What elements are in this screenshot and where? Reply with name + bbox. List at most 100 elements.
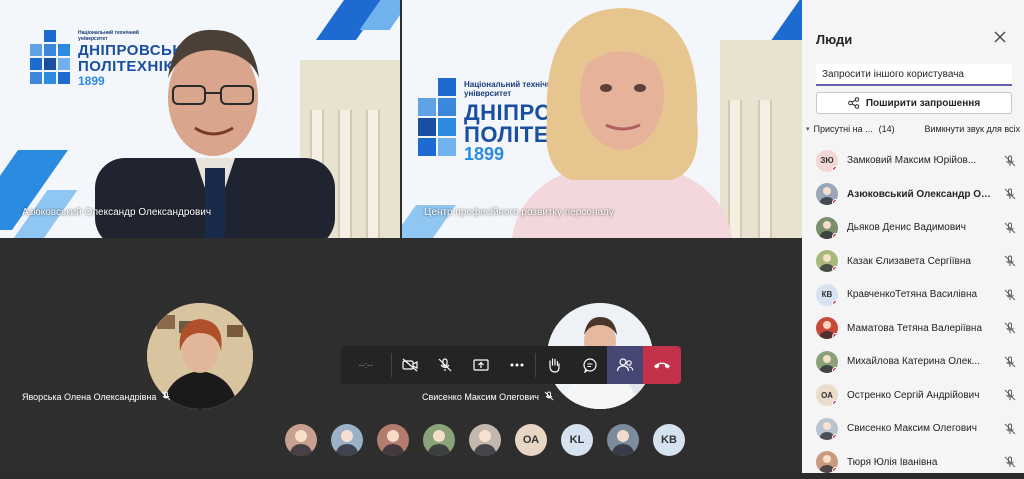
tile-participant-name: Азюковський Олександр Олександрович: [22, 207, 211, 218]
panel-title: Люди: [816, 32, 852, 47]
participant-row[interactable]: Тюря Юлія Іванівна: [816, 446, 1016, 479]
mic-muted-icon[interactable]: [1004, 188, 1016, 200]
participant-name: Казак Єлизавета Сергіївна: [847, 256, 992, 267]
overflow-participants-row: ОА KL KB: [285, 424, 685, 456]
video-tile-2[interactable]: Національний технічний університет ДНІПР…: [402, 0, 802, 238]
participant-avatar[interactable]: [469, 424, 501, 456]
participant-row[interactable]: ЗЮ Замковий Максим Юрійов...: [816, 144, 1016, 178]
presence-dot: [832, 166, 838, 172]
participant-avatar[interactable]: ОА: [515, 424, 547, 456]
participant-avatar[interactable]: KB: [653, 424, 685, 456]
column: [366, 110, 380, 238]
participant-avatar[interactable]: KL: [561, 424, 593, 456]
mute-all-button[interactable]: Вимкнути звук для всіх: [925, 124, 1020, 134]
share-screen-icon: [473, 358, 489, 372]
avatar: ОА: [816, 384, 838, 406]
hang-up-button[interactable]: [643, 346, 681, 384]
hang-up-icon: [653, 360, 671, 370]
mic-muted-icon[interactable]: [1004, 155, 1016, 167]
mic-toggle-button[interactable]: [428, 346, 464, 384]
more-actions-button[interactable]: [499, 346, 535, 384]
participants-icon: [616, 357, 634, 373]
presence-dot: [832, 434, 838, 440]
share-icon: [848, 97, 860, 109]
presence-dot: [832, 467, 838, 473]
participant-row[interactable]: КВКравченкоТетяна Василівна: [816, 278, 1016, 312]
participant-name: Дьяков Денис Вадимович: [847, 222, 992, 233]
present-section-header: ▾ Присутні на ... (14) Вимкнути звук для…: [806, 124, 1020, 134]
chat-button[interactable]: [572, 346, 608, 384]
participant-row[interactable]: Свисенко Максим Олегович: [816, 412, 1016, 446]
camera-off-icon: [402, 358, 418, 372]
presence-dot: [832, 233, 838, 239]
share-screen-button[interactable]: [463, 346, 499, 384]
avatar-photo: [423, 424, 455, 456]
meeting-control-bar: --:--: [341, 346, 681, 384]
avatar-photo: [285, 424, 317, 456]
mic-muted-icon[interactable]: [1004, 322, 1016, 334]
participant-avatar[interactable]: [331, 424, 363, 456]
close-panel-button[interactable]: [994, 30, 1006, 46]
presence-dot: [832, 333, 838, 339]
presence-dot: [832, 367, 838, 373]
raise-hand-icon: [547, 357, 561, 373]
participant-name: Азюковський Олександр Оле...: [847, 189, 992, 200]
participants-list: ЗЮ Замковий Максим Юрійов... Азюковський О…: [816, 144, 1016, 479]
circle-tile-label: Яворська Олена Олександрівна: [22, 391, 171, 403]
video-tile-1[interactable]: Національний технічний університет ДНІПР…: [0, 0, 400, 238]
mic-muted-icon[interactable]: [1004, 255, 1016, 267]
present-label[interactable]: Присутні на ...: [814, 124, 873, 134]
participant-name: КравченкоТетяна Василівна: [847, 289, 992, 300]
mic-muted-icon[interactable]: [1004, 289, 1016, 301]
avatar: [816, 451, 838, 473]
participant-name: Тюря Юлія Іванівна: [847, 457, 992, 468]
mic-muted-icon: [544, 391, 554, 403]
participant-name: Остренко Сергій Андрійович: [847, 390, 992, 401]
participant-avatar[interactable]: [607, 424, 639, 456]
raise-hand-button[interactable]: [536, 346, 572, 384]
participant-avatar[interactable]: [423, 424, 455, 456]
participant-row[interactable]: Дьяков Денис Вадимович: [816, 211, 1016, 245]
mic-muted-icon[interactable]: [1004, 389, 1016, 401]
more-icon: [510, 363, 524, 367]
participant-name: Свисенко Максим Олегович: [847, 423, 992, 434]
participant-row[interactable]: Михайлова Катерина Олек...: [816, 345, 1016, 379]
participant-avatar[interactable]: [285, 424, 317, 456]
avatar-photo: [469, 424, 501, 456]
presence-dot: [832, 199, 838, 205]
participant-row[interactable]: Маматова Тетяна Валеріївна: [816, 312, 1016, 346]
participant-avatar[interactable]: [377, 424, 409, 456]
presence-dot: [832, 400, 838, 406]
avatar: ЗЮ: [816, 150, 838, 172]
close-icon: [994, 31, 1006, 43]
participant-video: [502, 0, 742, 238]
participant-row[interactable]: ОА Остренко Сергій Андрійович: [816, 379, 1016, 413]
participant-name: Замковий Максим Юрійов...: [847, 155, 992, 166]
avatar-photo: [607, 424, 639, 456]
call-timer: --:--: [341, 346, 391, 384]
participant-name: Яворська Олена Олександрівна: [22, 392, 156, 402]
participant-name: Михайлова Катерина Олек...: [847, 356, 992, 367]
mic-off-icon: [438, 358, 452, 372]
camera-toggle-button[interactable]: [392, 346, 428, 384]
participant-name: Свисенко Максим Олегович: [422, 392, 539, 402]
mic-muted-icon: [161, 391, 171, 403]
mic-muted-icon[interactable]: [1004, 222, 1016, 234]
participants-button[interactable]: [607, 346, 643, 384]
participant-row[interactable]: Азюковський Олександр Оле...: [816, 178, 1016, 212]
participant-row[interactable]: Казак Єлизавета Сергіївна: [816, 245, 1016, 279]
column: [758, 100, 772, 238]
presence-dot: [832, 266, 838, 272]
present-count: (14): [879, 124, 895, 134]
avatar-photo: [377, 424, 409, 456]
mic-muted-icon[interactable]: [1004, 356, 1016, 368]
participant-name: Маматова Тетяна Валеріївна: [847, 323, 992, 334]
avatar: [816, 250, 838, 272]
mic-muted-icon[interactable]: [1004, 423, 1016, 435]
presence-dot: [832, 300, 838, 306]
mic-muted-icon[interactable]: [1004, 456, 1016, 468]
share-invitation-button[interactable]: Поширити запрошення: [816, 92, 1012, 114]
chevron-down-icon[interactable]: ▾: [806, 125, 810, 133]
invite-user-input[interactable]: Запросити іншого користувача: [816, 64, 1012, 86]
avatar: [816, 217, 838, 239]
